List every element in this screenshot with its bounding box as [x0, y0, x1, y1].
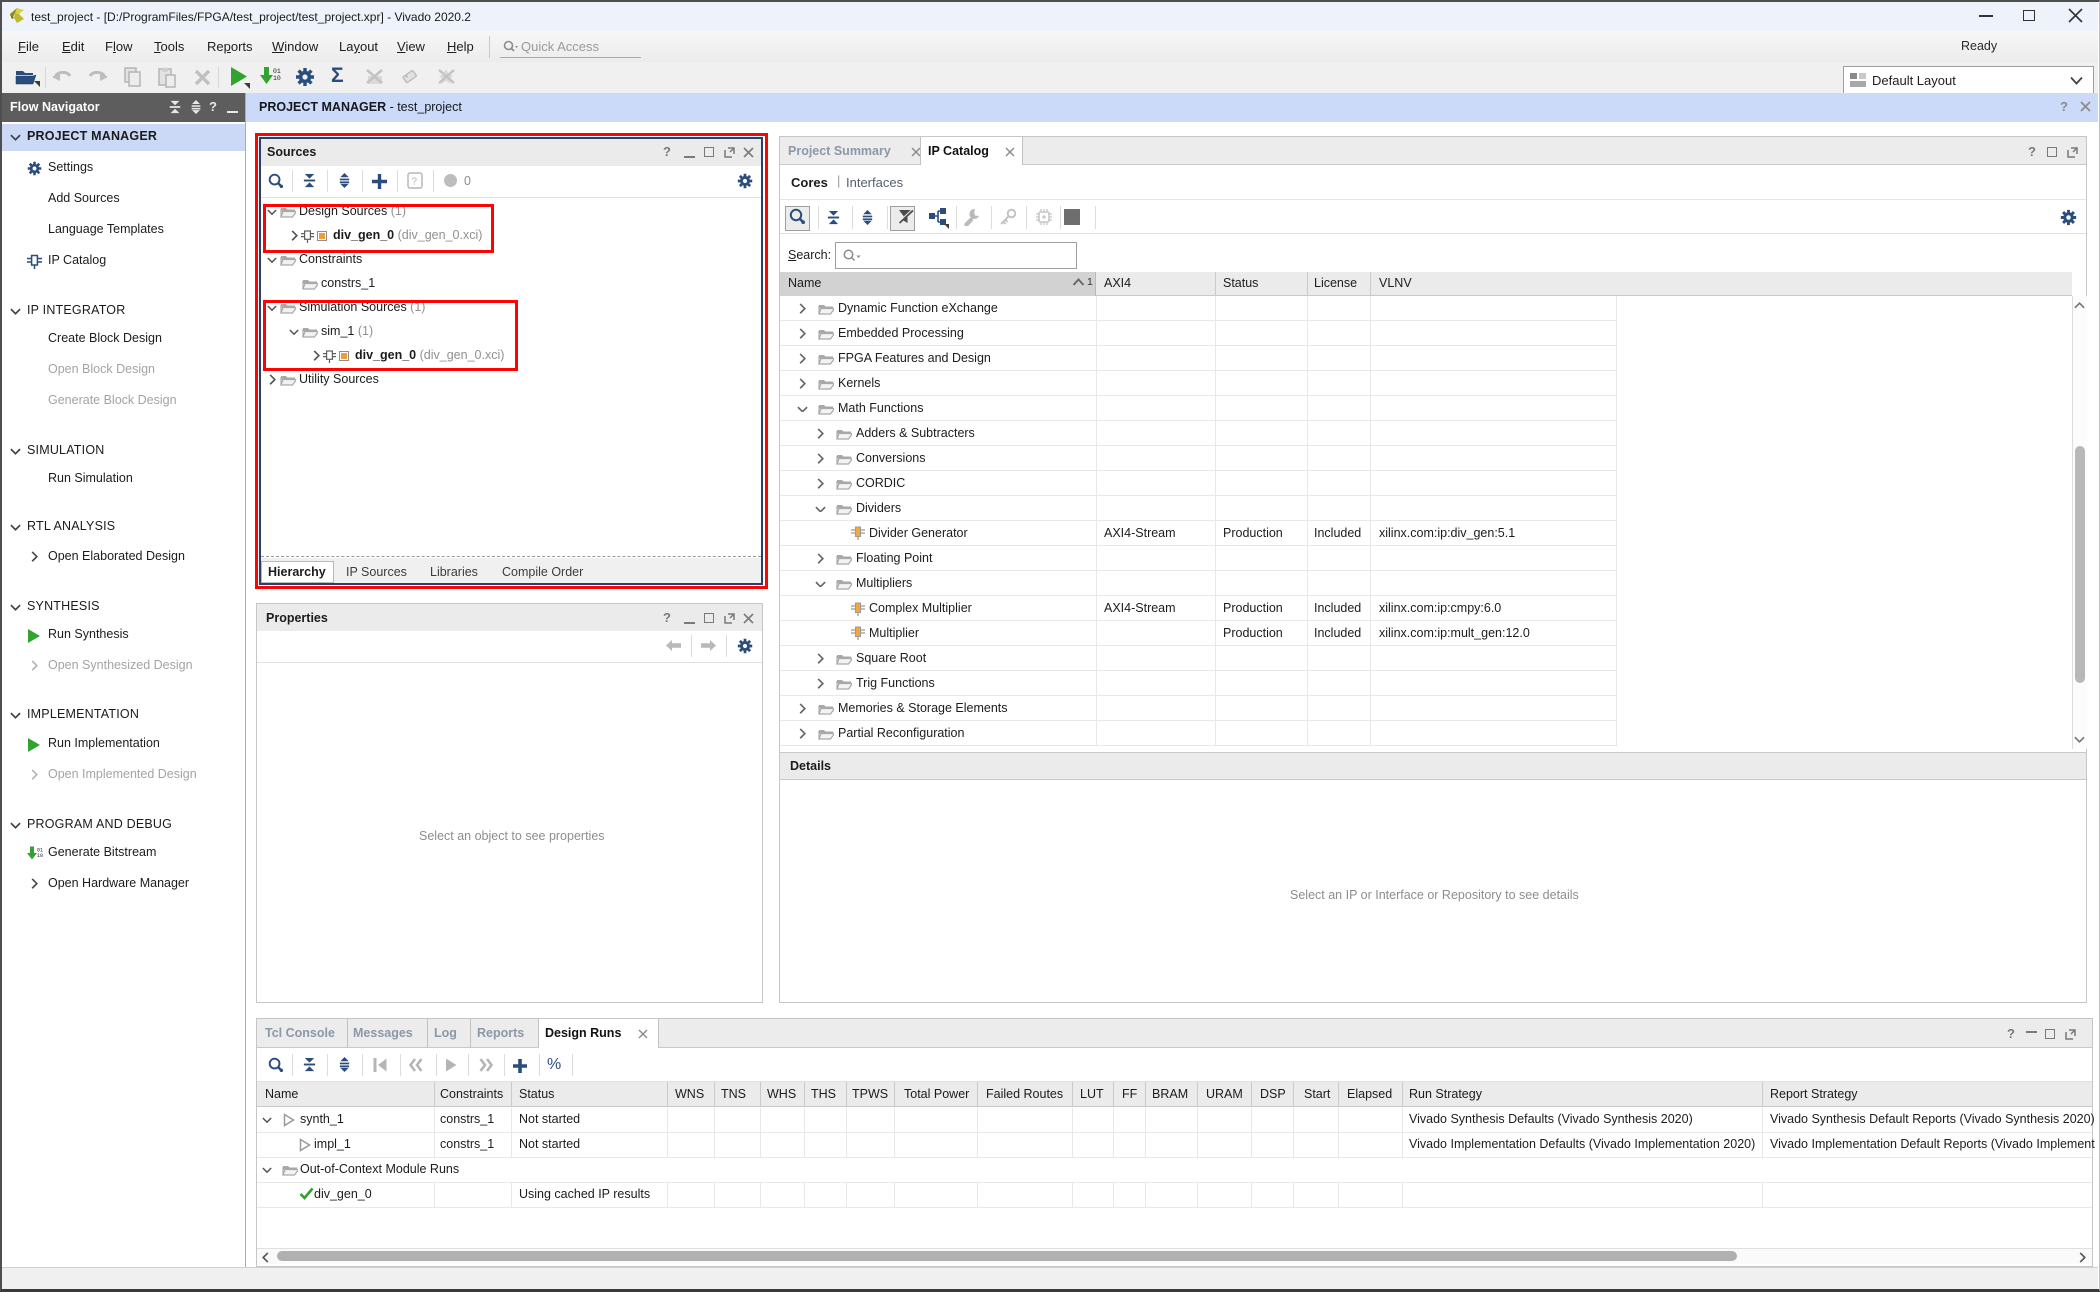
svg-text:10: 10: [37, 853, 43, 859]
svg-text:01: 01: [273, 68, 281, 75]
svg-text:10: 10: [273, 75, 281, 82]
